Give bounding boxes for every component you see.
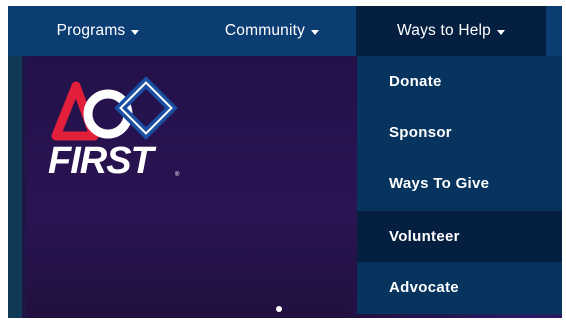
first-logo-icon xyxy=(51,76,178,141)
nav-ways-to-help[interactable]: Ways to Help xyxy=(356,6,546,56)
menu-item-donate[interactable]: Donate xyxy=(357,56,562,107)
menu-item-ways-to-give[interactable]: Ways To Give xyxy=(357,158,562,209)
caret-down-icon xyxy=(497,29,505,35)
site-viewport: FIRST ® Programs Community Ways to Help … xyxy=(8,6,562,318)
caret-down-icon xyxy=(131,29,140,35)
ways-to-help-dropdown: Donate Sponsor Ways To Give Volunteer Ad… xyxy=(357,56,562,314)
nav-community-label: Community xyxy=(224,22,306,39)
nav-programs-label: Programs xyxy=(56,22,126,39)
nav-community[interactable]: Community xyxy=(188,6,356,56)
top-navigation: Programs Community Ways to Help xyxy=(8,6,562,56)
nav-ways-to-help-label: Ways to Help xyxy=(397,22,491,39)
caret-down-icon xyxy=(311,29,320,35)
left-edge-strip xyxy=(8,56,22,318)
first-logo-wordmark: FIRST xyxy=(48,140,154,182)
nav-programs[interactable]: Programs xyxy=(8,6,188,56)
left-edge-strip-inner xyxy=(22,56,26,318)
slide-indicator-dot-icon[interactable] xyxy=(276,306,282,312)
menu-item-advocate[interactable]: Advocate xyxy=(357,262,562,313)
menu-item-sponsor[interactable]: Sponsor xyxy=(357,107,562,158)
logo-trademark: ® xyxy=(175,172,180,178)
menu-item-volunteer[interactable]: Volunteer xyxy=(357,211,562,262)
